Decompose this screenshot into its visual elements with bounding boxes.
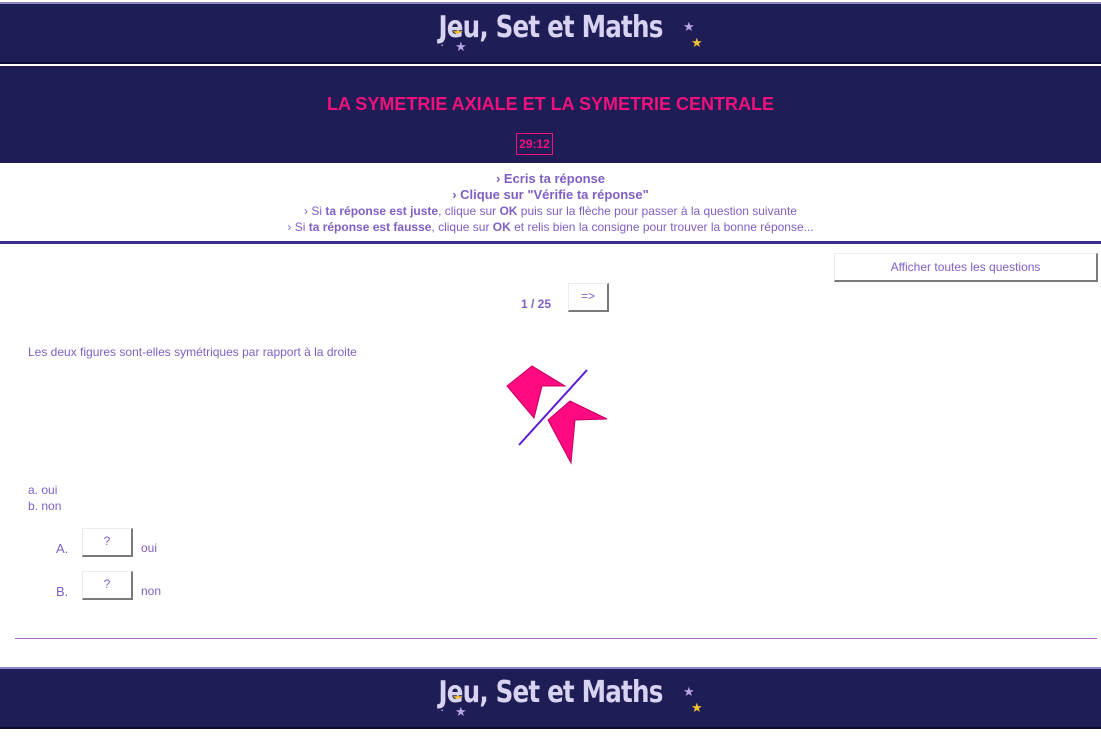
star-icon: ★ bbox=[683, 684, 695, 699]
instruction-text: › Si bbox=[287, 220, 309, 234]
page-title: LA SYMETRIE AXIALE ET LA SYMETRIE CENTRA… bbox=[326, 94, 775, 114]
instruction-text: , clique sur bbox=[438, 204, 500, 218]
answer-b-letter: B. bbox=[56, 584, 69, 599]
content-divider bbox=[15, 638, 1097, 639]
answer-a-button[interactable]: ? bbox=[82, 528, 133, 557]
answer-b-button[interactable]: ? bbox=[82, 571, 133, 600]
divider bbox=[0, 241, 1101, 244]
answer-a-letter: A. bbox=[56, 541, 69, 556]
star-icon: ★ bbox=[691, 35, 703, 50]
instruction-text: › Si bbox=[304, 204, 326, 218]
instruction-line-3: › Si ta réponse est juste, clique sur OK… bbox=[0, 203, 1101, 219]
timer: 29:12 bbox=[516, 133, 553, 155]
next-question-button[interactable]: => bbox=[568, 283, 609, 312]
instruction-text: et relis bien la consigne pour trouver l… bbox=[510, 220, 814, 234]
figure-shape-2 bbox=[547, 400, 608, 465]
instruction-emphasis: ta réponse est juste bbox=[325, 204, 439, 218]
instruction-line-1: › Ecris ta réponse bbox=[495, 171, 606, 186]
instruction-emphasis: ta réponse est fausse bbox=[308, 220, 432, 234]
star-icon: ★ bbox=[683, 19, 695, 34]
instructions: › Ecris ta réponse › Clique sur "Vérifie… bbox=[0, 171, 1101, 235]
instruction-line-4: › Si ta réponse est fausse, clique sur O… bbox=[0, 219, 1101, 235]
top-banner: · ★ ★ Jeu, Set et Maths ★ ★ bbox=[0, 2, 1101, 64]
figure-shape-1 bbox=[506, 365, 567, 420]
symmetry-figure bbox=[506, 365, 608, 465]
site-logo: Jeu, Set et Maths bbox=[438, 10, 663, 45]
show-all-questions-button[interactable]: Afficher toutes les questions bbox=[834, 253, 1098, 282]
instruction-line-2: › Clique sur "Vérifie ta réponse" bbox=[452, 187, 649, 202]
question-text: Les deux figures sont-elles symétriques … bbox=[28, 345, 357, 359]
answer-a-text: oui bbox=[141, 541, 158, 555]
star-icon: ★ bbox=[691, 700, 703, 715]
site-logo: Jeu, Set et Maths bbox=[438, 675, 663, 710]
instruction-text: puis sur la flèche pour passer à la ques… bbox=[517, 204, 797, 218]
answer-b-text: non bbox=[141, 584, 162, 598]
bottom-banner: · ★ ★ Jeu, Set et Maths ★ ★ bbox=[0, 667, 1101, 729]
instruction-emphasis: OK bbox=[499, 204, 518, 218]
option-b: b. non bbox=[28, 499, 62, 513]
question-counter: 1 / 25 bbox=[521, 297, 552, 311]
instruction-text: , clique sur bbox=[431, 220, 493, 234]
option-a: a. oui bbox=[28, 483, 58, 497]
instruction-emphasis: OK bbox=[492, 220, 511, 234]
